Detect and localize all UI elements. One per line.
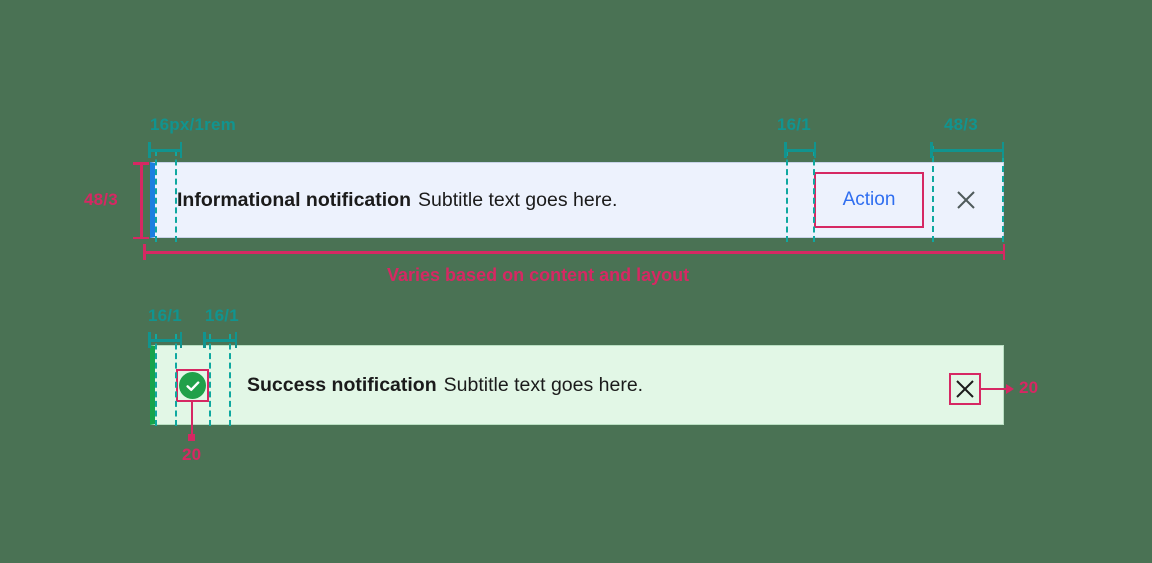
close-icon: [956, 190, 975, 209]
info-height-measure: [133, 162, 149, 239]
info-action-button[interactable]: Action: [814, 172, 924, 228]
success-icon-leader-dot: [188, 434, 195, 441]
info-close-button[interactable]: [950, 184, 981, 215]
success-close-leader-line: [981, 388, 1008, 390]
success-icon-spec-outline: [176, 369, 209, 402]
info-action-gap-label: 16/1: [777, 115, 811, 134]
success-notification-subtitle: Subtitle text goes here.: [443, 373, 644, 396]
info-width-measure: [143, 244, 1005, 260]
success-left-padding-measure: [148, 332, 182, 348]
info-guide-content-start: [175, 150, 177, 242]
info-left-padding-label: 16px/1rem: [150, 115, 236, 134]
success-close-spec-outline: [949, 373, 981, 405]
success-left-padding-label: 16/1: [148, 306, 182, 325]
info-height-label: 48/3: [84, 190, 118, 209]
success-close-leader-arrow: [1006, 384, 1014, 394]
info-notification-subtitle: Subtitle text goes here.: [418, 188, 618, 211]
success-icon-leader-line: [191, 402, 193, 438]
info-guide-left-edge: [155, 150, 157, 242]
info-close-size-label: 48/3: [944, 115, 978, 134]
info-guide-close-start: [932, 146, 934, 242]
info-guide-action-gap-end: [813, 150, 815, 242]
success-icon-gap-label: 16/1: [205, 306, 239, 325]
info-left-padding-measure: [148, 142, 182, 158]
info-guide-action-gap-start: [786, 150, 788, 242]
success-notification-title: Success notification: [247, 373, 437, 396]
success-close-size-label: 20: [1019, 378, 1039, 397]
info-action-gap-measure: [784, 142, 816, 158]
info-width-caption: Varies based on content and layout: [387, 265, 690, 285]
info-notification-title: Informational notification: [177, 188, 411, 211]
success-notification: Success notification Subtitle text goes …: [150, 345, 1004, 425]
success-icon-gap-measure: [203, 332, 237, 348]
annotated-spec-canvas: Informational notification Subtitle text…: [0, 0, 1152, 563]
info-guide-close-end: [1002, 146, 1004, 242]
success-icon-size-label: 20: [182, 445, 202, 464]
info-close-size-measure: [930, 142, 1004, 158]
success-notification-body: Success notification Subtitle text goes …: [155, 346, 1003, 424]
